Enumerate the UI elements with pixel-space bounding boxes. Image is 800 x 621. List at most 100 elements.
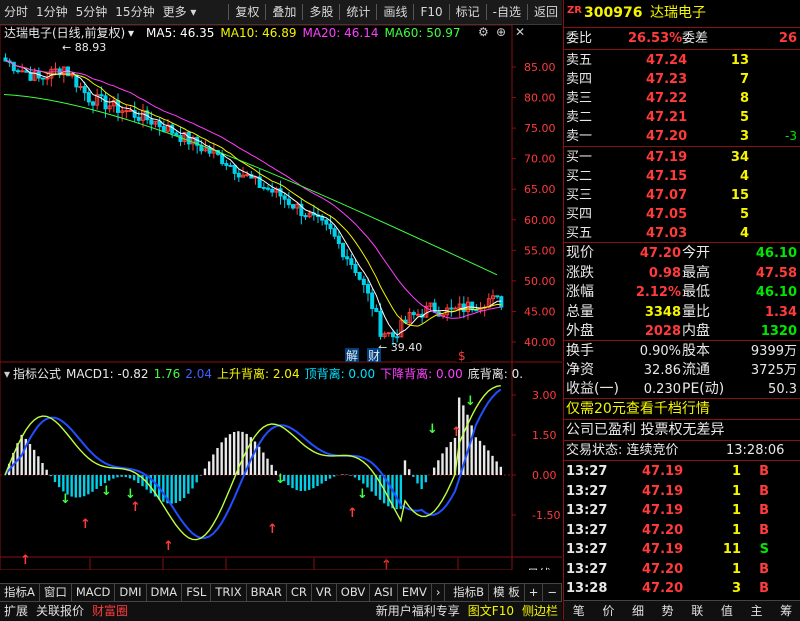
close-icon[interactable]: ✕: [515, 25, 525, 39]
date-label-4: 4: [316, 569, 323, 570]
collapse-icon[interactable]: ▾: [4, 367, 10, 381]
toolbar-item-right-8[interactable]: 返回: [530, 0, 562, 24]
candle-body: [495, 295, 500, 298]
buy-arrow-3: ↑: [163, 539, 174, 554]
status-item-2[interactable]: 财富圈: [88, 602, 132, 621]
stat-label-2: 内盘: [682, 323, 710, 339]
tab-macd[interactable]: MACD: [72, 584, 116, 601]
toolbar-item-right-4[interactable]: 画线: [379, 0, 411, 24]
panel-tool-2[interactable]: 细: [623, 601, 653, 621]
bid-volume: 5: [739, 207, 749, 222]
tab-scroll-icon[interactable]: ›: [432, 584, 446, 601]
panel-tool-6[interactable]: 主: [742, 601, 772, 621]
low-label: ← 39.40: [378, 341, 422, 354]
chevron-down-icon[interactable]: ▾: [128, 26, 134, 40]
candle-body: [224, 163, 229, 166]
tab-dma[interactable]: DMA: [147, 584, 183, 601]
info-label-2: 流通: [682, 362, 710, 378]
toolbar-item-right-3[interactable]: 统计: [342, 0, 374, 24]
bid-price: 47.15: [646, 169, 688, 184]
tab-fsl[interactable]: FSL: [182, 584, 212, 601]
trade-state: 交易状态: 连续竞价: [566, 443, 679, 458]
sell-arrow-3: ↓: [275, 472, 286, 487]
panel-tool-5[interactable]: 值: [712, 601, 742, 621]
candle-body: [16, 70, 20, 73]
status-item-0[interactable]: 扩展: [0, 602, 32, 621]
candle-body: [70, 74, 75, 77]
date-label-5: 5: [388, 569, 395, 570]
toolbar-item-4[interactable]: 更多 ▾: [159, 0, 201, 24]
tab-指标a[interactable]: 指标A: [0, 584, 40, 601]
chart-canvas[interactable]: 85.0080.0075.0070.0065.0060.0055.0050.00…: [0, 25, 562, 570]
candle-body: [474, 309, 479, 312]
trade-time: 13:28:06: [726, 443, 785, 458]
tick-side: B: [759, 581, 769, 596]
candle-body: [411, 312, 416, 316]
info-label: 收益(一): [566, 381, 619, 397]
panel-tool-1[interactable]: 价: [594, 601, 624, 621]
panel-tool-3[interactable]: 势: [653, 601, 683, 621]
tab-right-1[interactable]: 模 板: [489, 584, 525, 601]
event-badge-0: 解: [346, 349, 358, 363]
toolbar-item-right-2[interactable]: 多股: [305, 0, 337, 24]
panel-tool-4[interactable]: 联: [683, 601, 713, 621]
tick-price: 47.19: [642, 464, 684, 479]
status-item-1[interactable]: 关联报价: [32, 602, 88, 621]
promo-link[interactable]: 仅需20元查看千档行情: [566, 400, 710, 419]
toolbar-item-1[interactable]: 1分钟: [32, 0, 72, 24]
toolbar-item-2[interactable]: 5分钟: [72, 0, 112, 24]
tab-vr[interactable]: VR: [312, 584, 337, 601]
toolbar-item-0[interactable]: 分时: [0, 0, 32, 24]
toolbar-item-3[interactable]: 15分钟: [111, 0, 158, 24]
stat-label: 涨跌: [566, 264, 594, 281]
candle-body: [91, 101, 95, 106]
tab-trix[interactable]: TRIX: [211, 584, 247, 601]
candle-body: [228, 164, 233, 167]
price-tick-8: 45.00: [524, 305, 556, 318]
toolbar-item-right-0[interactable]: 复权: [231, 0, 263, 24]
stock-name: 达瑞电子: [650, 5, 706, 21]
toolbar-item-right-6[interactable]: 标记: [452, 0, 484, 24]
tab-right-0[interactable]: 指标B: [449, 584, 490, 601]
candle-body: [220, 153, 225, 165]
tab-right-2[interactable]: +: [525, 584, 544, 601]
toolbar-item-right-1[interactable]: 叠加: [268, 0, 300, 24]
tab-cr[interactable]: CR: [287, 584, 312, 601]
tab-right-3[interactable]: −: [543, 584, 562, 601]
panel-tool-7[interactable]: 筹: [771, 601, 800, 621]
tab-brar[interactable]: BRAR: [247, 584, 287, 601]
status-right-1[interactable]: 图文F10: [464, 602, 518, 621]
stat-value-2: 1.34: [764, 304, 797, 320]
stat-value: 47.20: [639, 246, 681, 261]
kline-chart[interactable]: 85.00 80.00 75.00 70.00 65.00 60.00 55.00 50.00…: [0, 25, 562, 570]
status-right-0[interactable]: 新用户福利专享: [372, 602, 464, 621]
tab-asi[interactable]: ASI: [370, 584, 398, 601]
tab-obv[interactable]: OBV: [337, 584, 371, 601]
tab-窗口[interactable]: 窗口: [40, 584, 72, 601]
settings-icon[interactable]: ⊕: [496, 25, 506, 39]
candle-body: [82, 86, 87, 94]
bid-volume: 34: [730, 150, 749, 165]
candle-body: [291, 204, 295, 209]
tab-emv[interactable]: EMV: [398, 584, 432, 601]
tick-time: 13:27: [566, 522, 608, 538]
bid-label: 买四: [566, 207, 593, 222]
macd-top: 顶背离: 0.00: [304, 367, 376, 381]
status-right-2[interactable]: 侧边栏: [518, 602, 562, 621]
tab-dmi[interactable]: DMI: [115, 584, 147, 601]
macd-up: 上升背离: 2.04: [217, 367, 300, 381]
candle-body: [278, 188, 283, 197]
info-label-2: 股本: [682, 343, 710, 359]
toolbar-item-right-7[interactable]: -自选: [489, 0, 525, 24]
candle-body: [303, 215, 308, 218]
candle-body: [103, 95, 108, 110]
panel-tool-0[interactable]: 笔: [564, 601, 594, 621]
ask-label: 卖三: [566, 91, 593, 106]
tick-time: 13:28: [566, 581, 608, 596]
stat-label-2: 最低: [682, 284, 710, 300]
candle-body: [282, 195, 287, 200]
buy-arrow-1: ↑: [80, 517, 91, 532]
gear-icon[interactable]: ⚙: [478, 25, 489, 39]
toolbar-item-right-5[interactable]: F10: [416, 0, 446, 24]
ma-legend: MA5: 46.35 MA10: 46.89 MA20: 46.14 MA60: 50…: [146, 26, 467, 40]
